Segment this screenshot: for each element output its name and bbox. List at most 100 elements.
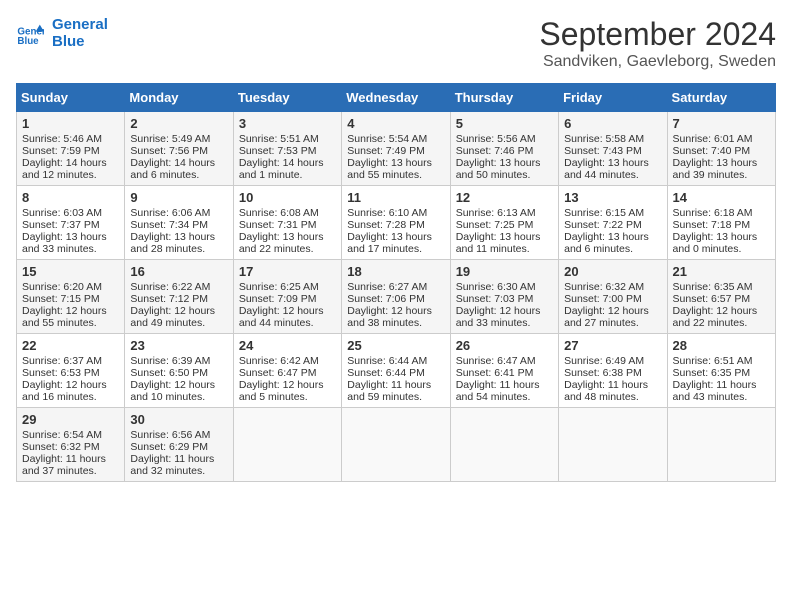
- day-number: 18: [347, 264, 444, 279]
- day-cell: 23Sunrise: 6:39 AMSunset: 6:50 PMDayligh…: [125, 334, 233, 408]
- day-number: 13: [564, 190, 661, 205]
- day-info-line: Daylight: 13 hours: [347, 157, 444, 169]
- day-info-line: Sunrise: 6:25 AM: [239, 281, 336, 293]
- day-info-line: Sunset: 6:57 PM: [673, 293, 770, 305]
- day-info-line: Sunset: 7:46 PM: [456, 145, 553, 157]
- day-info-line: Sunset: 7:00 PM: [564, 293, 661, 305]
- day-cell: [233, 408, 341, 482]
- calendar-table: SundayMondayTuesdayWednesdayThursdayFrid…: [16, 83, 776, 482]
- day-info-line: Daylight: 14 hours: [130, 157, 227, 169]
- logo-text: General Blue: [52, 16, 108, 50]
- day-cell: 9Sunrise: 6:06 AMSunset: 7:34 PMDaylight…: [125, 186, 233, 260]
- day-info-line: Sunrise: 5:51 AM: [239, 133, 336, 145]
- col-header-monday: Monday: [125, 84, 233, 112]
- day-number: 5: [456, 116, 553, 131]
- day-info-line: Daylight: 12 hours: [22, 305, 119, 317]
- day-info-line: Daylight: 12 hours: [564, 305, 661, 317]
- day-number: 23: [130, 338, 227, 353]
- week-row-2: 8Sunrise: 6:03 AMSunset: 7:37 PMDaylight…: [17, 186, 776, 260]
- day-cell: 17Sunrise: 6:25 AMSunset: 7:09 PMDayligh…: [233, 260, 341, 334]
- col-header-sunday: Sunday: [17, 84, 125, 112]
- day-cell: 24Sunrise: 6:42 AMSunset: 6:47 PMDayligh…: [233, 334, 341, 408]
- day-info-line: Daylight: 12 hours: [673, 305, 770, 317]
- svg-text:Blue: Blue: [17, 36, 39, 47]
- day-cell: 18 Sunrise: 6:27 AMSunset: 7:06 PMDayligh…: [342, 260, 450, 334]
- day-cell: 14Sunrise: 6:18 AMSunset: 7:18 PMDayligh…: [667, 186, 775, 260]
- day-info-line: and 6 minutes.: [564, 243, 661, 255]
- day-cell: 19Sunrise: 6:30 AMSunset: 7:03 PMDayligh…: [450, 260, 558, 334]
- day-info-line: Daylight: 13 hours: [456, 231, 553, 243]
- day-info-line: Daylight: 11 hours: [673, 379, 770, 391]
- day-number: 24: [239, 338, 336, 353]
- day-info-line: Sunset: 7:34 PM: [130, 219, 227, 231]
- day-number: 6: [564, 116, 661, 131]
- day-number: 4: [347, 116, 444, 131]
- day-info-line: Sunset: 7:06 PM: [347, 293, 444, 305]
- day-number: 11: [347, 190, 444, 205]
- day-info-line: and 17 minutes.: [347, 243, 444, 255]
- day-cell: 20Sunrise: 6:32 AMSunset: 7:00 PMDayligh…: [559, 260, 667, 334]
- day-info-line: Sunrise: 6:08 AM: [239, 207, 336, 219]
- day-info-line: Daylight: 12 hours: [130, 379, 227, 391]
- day-info-line: and 0 minutes.: [673, 243, 770, 255]
- day-info-line: and 50 minutes.: [456, 169, 553, 181]
- day-info-line: Sunset: 7:49 PM: [347, 145, 444, 157]
- day-info-line: and 38 minutes.: [347, 317, 444, 329]
- day-info-line: Daylight: 13 hours: [673, 231, 770, 243]
- day-info-line: and 28 minutes.: [130, 243, 227, 255]
- day-info-line: Sunrise: 6:27 AM: [347, 281, 444, 293]
- day-number: 12: [456, 190, 553, 205]
- day-info-line: Daylight: 12 hours: [22, 379, 119, 391]
- day-info-line: Sunrise: 6:22 AM: [130, 281, 227, 293]
- day-info-line: Sunrise: 6:06 AM: [130, 207, 227, 219]
- day-info-line: Sunset: 6:41 PM: [456, 367, 553, 379]
- day-info-line: and 33 minutes.: [456, 317, 553, 329]
- day-info-line: Daylight: 12 hours: [130, 305, 227, 317]
- day-info-line: Daylight: 11 hours: [564, 379, 661, 391]
- day-info-line: Sunrise: 6:47 AM: [456, 355, 553, 367]
- week-row-1: 1Sunrise: 5:46 AMSunset: 7:59 PMDaylight…: [17, 112, 776, 186]
- day-number: 8: [22, 190, 119, 205]
- day-info-line: Daylight: 11 hours: [456, 379, 553, 391]
- day-info-line: Sunrise: 6:03 AM: [22, 207, 119, 219]
- day-cell: 1Sunrise: 5:46 AMSunset: 7:59 PMDaylight…: [17, 112, 125, 186]
- day-info-line: Daylight: 14 hours: [239, 157, 336, 169]
- calendar-body: 1Sunrise: 5:46 AMSunset: 7:59 PMDaylight…: [17, 112, 776, 482]
- day-cell: 12Sunrise: 6:13 AMSunset: 7:25 PMDayligh…: [450, 186, 558, 260]
- day-info-line: Sunset: 7:12 PM: [130, 293, 227, 305]
- day-cell: 16Sunrise: 6:22 AMSunset: 7:12 PMDayligh…: [125, 260, 233, 334]
- day-info-line: and 59 minutes.: [347, 391, 444, 403]
- day-cell: 5Sunrise: 5:56 AMSunset: 7:46 PMDaylight…: [450, 112, 558, 186]
- day-cell: 29Sunrise: 6:54 AMSunset: 6:32 PMDayligh…: [17, 408, 125, 482]
- day-cell: 7Sunrise: 6:01 AMSunset: 7:40 PMDaylight…: [667, 112, 775, 186]
- day-number: 22: [22, 338, 119, 353]
- day-number: 26: [456, 338, 553, 353]
- day-number: 21: [673, 264, 770, 279]
- day-info-line: Sunset: 7:40 PM: [673, 145, 770, 157]
- day-info-line: and 6 minutes.: [130, 169, 227, 181]
- day-info-line: and 44 minutes.: [239, 317, 336, 329]
- day-info-line: Sunrise: 6:56 AM: [130, 429, 227, 441]
- day-info-line: Daylight: 12 hours: [456, 305, 553, 317]
- day-cell: 8Sunrise: 6:03 AMSunset: 7:37 PMDaylight…: [17, 186, 125, 260]
- day-info-line: and 16 minutes.: [22, 391, 119, 403]
- day-info-line: Sunset: 6:53 PM: [22, 367, 119, 379]
- day-number: 1: [22, 116, 119, 131]
- day-cell: 13Sunrise: 6:15 AMSunset: 7:22 PMDayligh…: [559, 186, 667, 260]
- day-info-line: Sunset: 7:03 PM: [456, 293, 553, 305]
- day-info-line: Sunset: 7:15 PM: [22, 293, 119, 305]
- day-number: 27: [564, 338, 661, 353]
- day-info-line: Sunrise: 5:58 AM: [564, 133, 661, 145]
- day-number: 30: [130, 412, 227, 427]
- day-info-line: Sunrise: 5:46 AM: [22, 133, 119, 145]
- day-number: 17: [239, 264, 336, 279]
- day-info-line: Daylight: 12 hours: [347, 305, 444, 317]
- day-info-line: Daylight: 12 hours: [239, 305, 336, 317]
- col-header-tuesday: Tuesday: [233, 84, 341, 112]
- day-cell: [450, 408, 558, 482]
- day-info-line: Daylight: 11 hours: [347, 379, 444, 391]
- day-cell: 30Sunrise: 6:56 AMSunset: 6:29 PMDayligh…: [125, 408, 233, 482]
- day-info-line: Sunrise: 6:30 AM: [456, 281, 553, 293]
- day-info-line: and 55 minutes.: [22, 317, 119, 329]
- day-info-line: Sunrise: 6:10 AM: [347, 207, 444, 219]
